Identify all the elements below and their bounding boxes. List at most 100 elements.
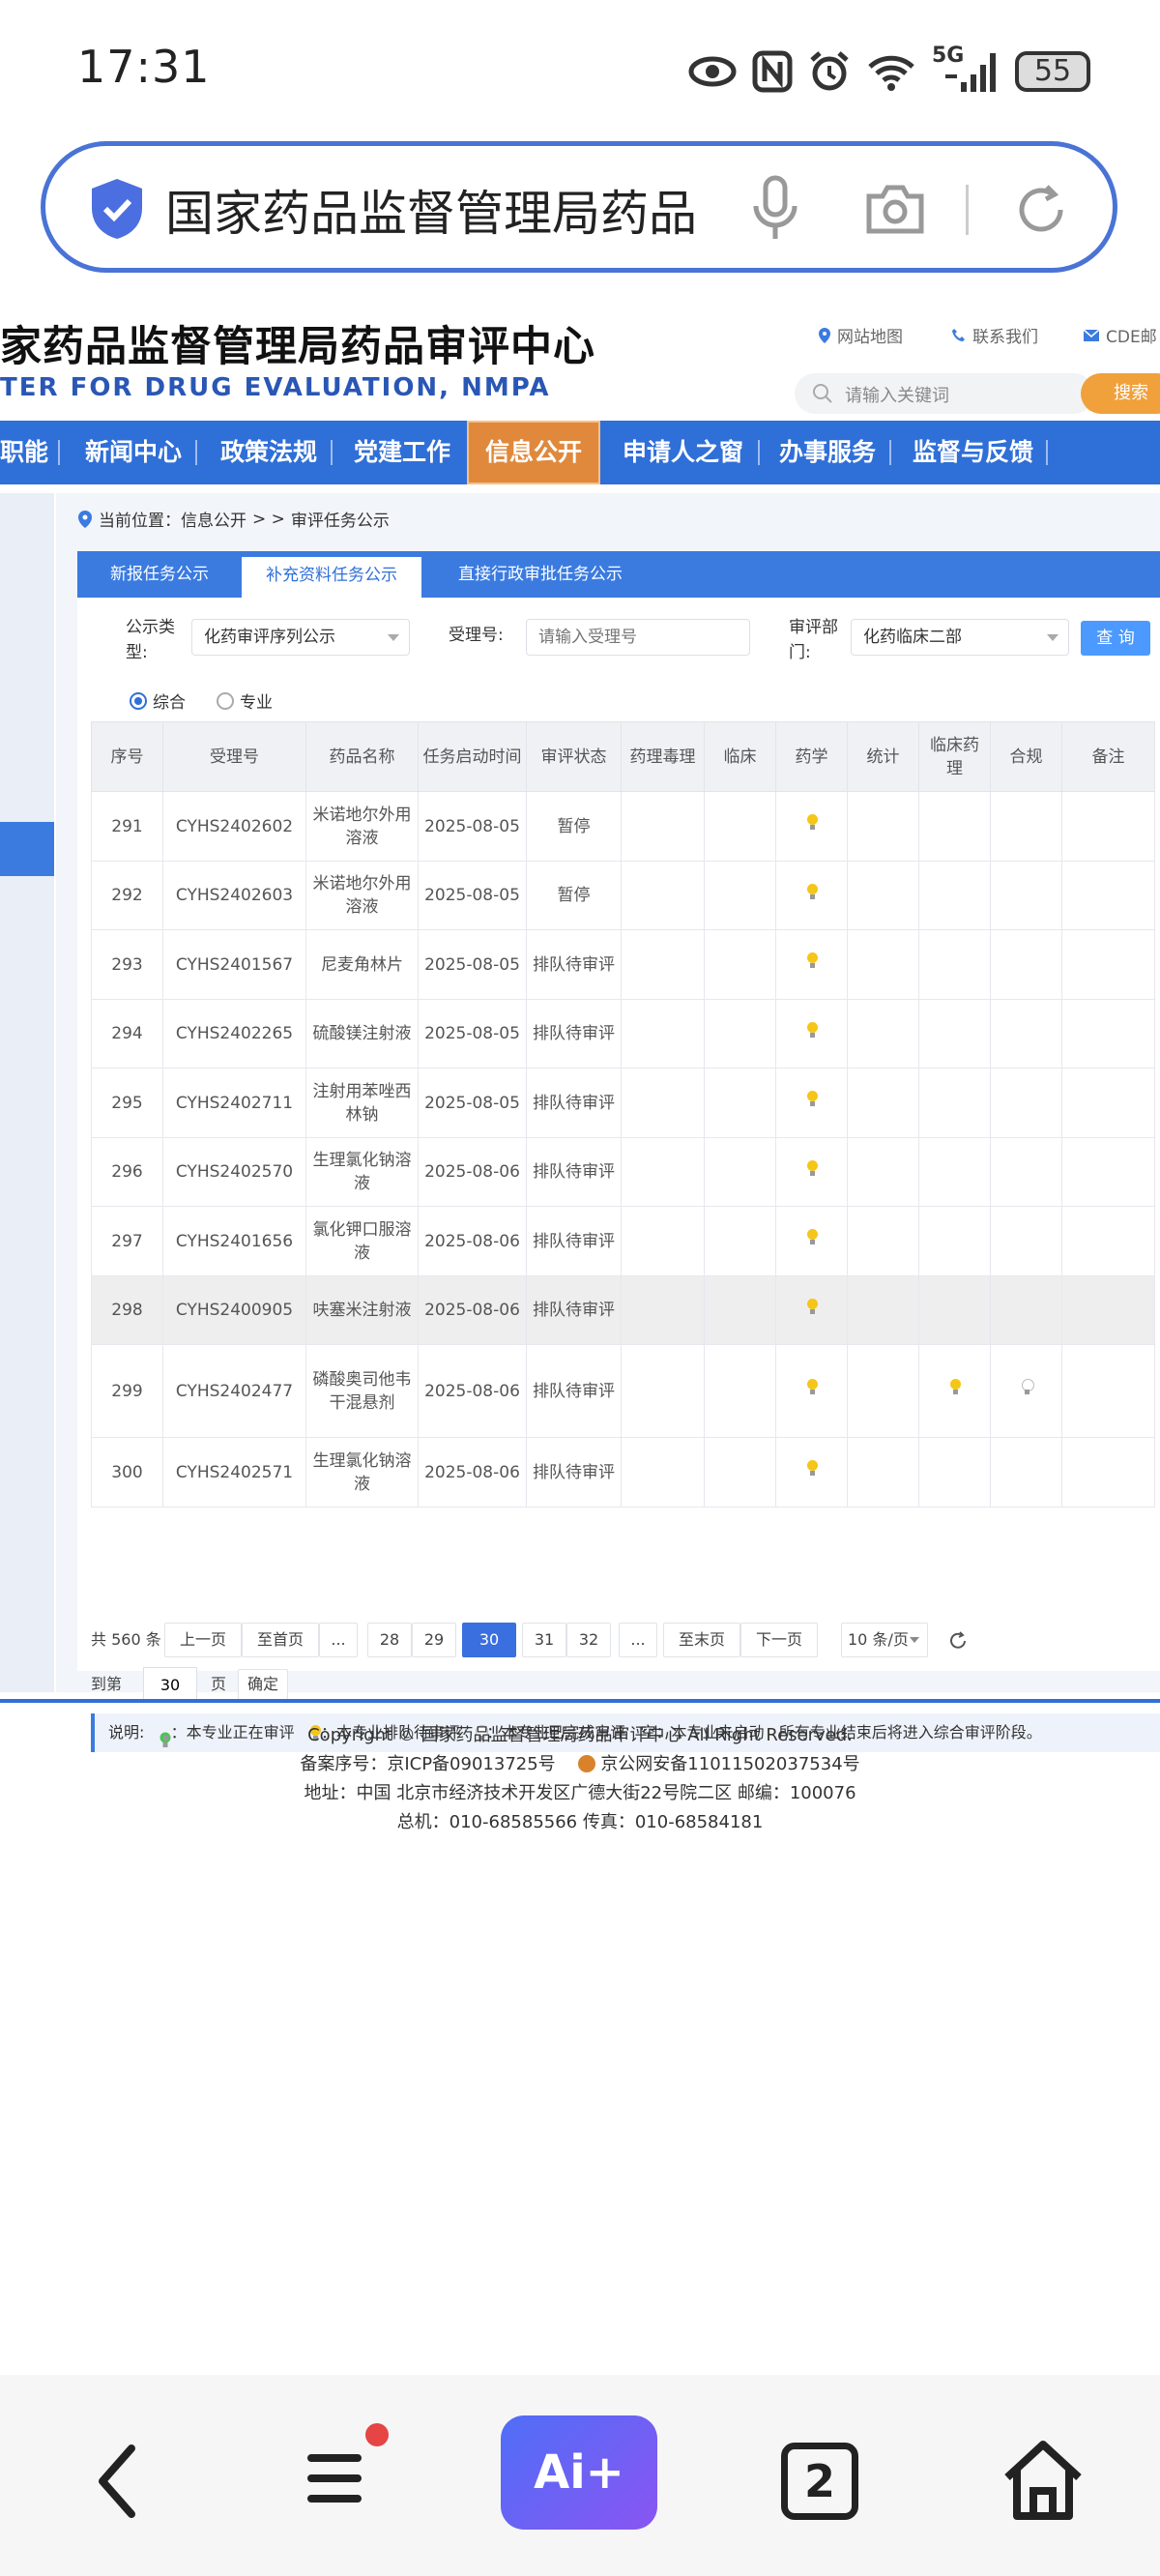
cell-no: 300 bbox=[91, 1437, 163, 1508]
bulb-queued-icon bbox=[806, 1460, 818, 1478]
cell-start-time: 2025-08-05 bbox=[418, 861, 527, 930]
site-search-button[interactable]: 搜索 bbox=[1081, 373, 1160, 414]
table-row[interactable]: 299 CYHS2402477 磷酸奥司他韦干混悬剂 2025-08-06 排队待审评 bbox=[91, 1344, 1155, 1438]
radio-all-label: 综合 bbox=[153, 693, 186, 713]
tab-supplement-tasks[interactable]: 补充资料任务公示 bbox=[242, 557, 421, 598]
tab-direct-approval[interactable]: 直接行政审批任务公示 bbox=[421, 551, 659, 598]
page-button-current[interactable]: 30 bbox=[462, 1623, 516, 1657]
breadcrumb-label[interactable]: 当前位置：信息公开 bbox=[99, 507, 246, 531]
footer-police[interactable]: 京公网安备11011502037534号 bbox=[600, 1754, 859, 1774]
nav-item-functions[interactable]: 职能 bbox=[0, 421, 48, 484]
page-button[interactable]: 28 bbox=[367, 1623, 412, 1657]
address-bar[interactable]: 国家药品监督管理局药品 bbox=[41, 141, 1117, 273]
tabs-icon[interactable]: 2 bbox=[781, 2443, 858, 2520]
url-divider bbox=[966, 185, 969, 235]
nav-item-applicant[interactable]: 申请人之窗 bbox=[623, 421, 743, 484]
radio-all[interactable]: 综合 bbox=[130, 688, 186, 713]
cell-compliance bbox=[990, 1437, 1062, 1508]
page-button[interactable]: 29 bbox=[412, 1623, 456, 1657]
camera-icon[interactable] bbox=[863, 183, 927, 235]
nav-item-feedback[interactable]: 监督与反馈 bbox=[913, 421, 1033, 484]
cell-accept-no: CYHS2402603 bbox=[162, 861, 306, 930]
table-row[interactable]: 297 CYHS2401656 氯化钾口服溶液 2025-08-06 排队待审评 bbox=[91, 1206, 1155, 1276]
cell-remarks bbox=[1061, 1137, 1155, 1207]
dept-select[interactable]: 化药临床二部 bbox=[851, 619, 1069, 656]
table-row[interactable]: 292 CYHS2402603 米诺地尔外用溶液 2025-08-05 暂停 bbox=[91, 861, 1155, 930]
status-icons: 5G 55 bbox=[688, 43, 1090, 101]
page-button[interactable]: 32 bbox=[566, 1623, 611, 1657]
bulb-queued-icon bbox=[806, 1091, 818, 1108]
nav-separator bbox=[1046, 440, 1048, 465]
refresh-icon[interactable] bbox=[947, 1630, 969, 1652]
radio-major[interactable]: 专业 bbox=[217, 688, 273, 713]
table-row[interactable]: 294 CYHS2402265 硫酸镁注射液 2025-08-05 排队待审评 bbox=[91, 999, 1155, 1068]
query-button[interactable]: 查 询 bbox=[1081, 621, 1150, 656]
cell-accept-no: CYHS2401567 bbox=[162, 929, 306, 1000]
cell-statistics bbox=[847, 1275, 919, 1345]
nav-item-info-public[interactable]: 信息公开 bbox=[485, 421, 582, 484]
menu-icon[interactable] bbox=[307, 2423, 389, 2512]
table-row[interactable]: 296 CYHS2402570 生理氯化钠溶液 2025-08-06 排队待审评 bbox=[91, 1137, 1155, 1207]
shield-check-icon[interactable] bbox=[88, 177, 146, 241]
sitemap-link[interactable]: 网站地图 bbox=[818, 323, 903, 347]
accept-no-input[interactable] bbox=[526, 619, 750, 656]
cell-clinical bbox=[704, 1137, 776, 1207]
ai-assistant-button[interactable]: Ai+ bbox=[501, 2415, 657, 2530]
pagination-ellipsis[interactable]: ... bbox=[619, 1623, 657, 1657]
clock: 17:31 bbox=[77, 41, 211, 93]
table-row[interactable]: 298 CYHS2400905 呋塞米注射液 2025-08-06 排队待审评 bbox=[91, 1275, 1155, 1345]
cell-statistics bbox=[847, 1437, 919, 1508]
pagination-ellipsis[interactable]: ... bbox=[319, 1623, 358, 1657]
col-header-pharmacology: 药理毒理 bbox=[621, 721, 705, 792]
prev-page-button[interactable]: 上一页 bbox=[164, 1623, 242, 1657]
type-select[interactable]: 化药审评序列公示 bbox=[191, 619, 410, 656]
goto-page-input[interactable] bbox=[143, 1667, 197, 1702]
first-page-button[interactable]: 至首页 bbox=[242, 1623, 319, 1657]
page-button[interactable]: 31 bbox=[522, 1623, 566, 1657]
cell-start-time: 2025-08-05 bbox=[418, 929, 527, 1000]
cell-compliance bbox=[990, 999, 1062, 1068]
cell-no: 298 bbox=[91, 1275, 163, 1345]
cell-drug-name: 硫酸镁注射液 bbox=[305, 999, 419, 1068]
microphone-icon[interactable] bbox=[751, 175, 799, 243]
cell-status: 排队待审评 bbox=[526, 1206, 622, 1276]
phone-icon bbox=[952, 328, 965, 341]
col-header-pharmacy: 药学 bbox=[775, 721, 848, 792]
table-row[interactable]: 293 CYHS2401567 尼麦角林片 2025-08-05 排队待审评 bbox=[91, 929, 1155, 1000]
cell-status: 暂停 bbox=[526, 791, 622, 862]
tab-new-tasks[interactable]: 新报任务公示 bbox=[77, 551, 242, 598]
contact-link[interactable]: 联系我们 bbox=[951, 323, 1038, 347]
browser-bottom-bar: Ai+ 2 bbox=[0, 2375, 1160, 2576]
site-search-input[interactable]: 请输入关键词 bbox=[795, 373, 1094, 414]
site-title[interactable]: 家药品监督管理局药品审评中心 bbox=[0, 313, 595, 373]
url-text[interactable]: 国家药品监督管理局药品 bbox=[165, 175, 755, 243]
location-pin-icon bbox=[78, 510, 92, 528]
reload-icon[interactable] bbox=[1012, 181, 1070, 239]
sidebar-active-item[interactable] bbox=[0, 822, 54, 876]
task-panel: 公示类型: 化药审评序列公示 受理号: 审评部门: 化药临床二部 查 询 综合 … bbox=[77, 598, 1160, 1752]
nav-item-party[interactable]: 党建工作 bbox=[354, 421, 450, 484]
home-icon[interactable] bbox=[1000, 2437, 1087, 2524]
content-area: 当前位置：信息公开 > > 审评任务公示 新报任务公示 补充资料任务公示 直接行… bbox=[56, 493, 1160, 1752]
nav-item-services[interactable]: 办事服务 bbox=[779, 421, 876, 484]
next-page-button[interactable]: 下一页 bbox=[740, 1623, 818, 1657]
goto-confirm-button[interactable]: 确定 bbox=[238, 1669, 288, 1700]
table-row[interactable]: 300 CYHS2402571 生理氯化钠溶液 2025-08-06 排队待审评 bbox=[91, 1437, 1155, 1508]
back-icon[interactable] bbox=[93, 2443, 141, 2520]
cell-drug-name: 注射用苯唑西林钠 bbox=[305, 1068, 419, 1138]
cell-start-time: 2025-08-05 bbox=[418, 999, 527, 1068]
table-header-row: 序号 受理号 药品名称 任务启动时间 审评状态 药理毒理 临床 药学 统计 临床… bbox=[91, 721, 1155, 792]
last-page-button[interactable]: 至末页 bbox=[663, 1623, 740, 1657]
nav-separator bbox=[758, 440, 760, 465]
col-header-status: 审评状态 bbox=[526, 721, 622, 792]
nav-item-policy[interactable]: 政策法规 bbox=[220, 421, 317, 484]
footer-icp[interactable]: 备案序号：京ICP备09013725号 bbox=[300, 1754, 555, 1774]
cell-remarks bbox=[1061, 929, 1155, 1000]
table-row[interactable]: 291 CYHS2402602 米诺地尔外用溶液 2025-08-05 暂停 bbox=[91, 791, 1155, 862]
nav-item-news[interactable]: 新闻中心 bbox=[85, 421, 182, 484]
mail-link[interactable]: CDE邮 bbox=[1083, 323, 1157, 347]
cell-clinical bbox=[704, 791, 776, 862]
page-size-select[interactable]: 10 条/页 bbox=[841, 1623, 928, 1657]
notification-dot bbox=[365, 2423, 389, 2446]
table-row[interactable]: 295 CYHS2402711 注射用苯唑西林钠 2025-08-05 排队待审评 bbox=[91, 1068, 1155, 1138]
